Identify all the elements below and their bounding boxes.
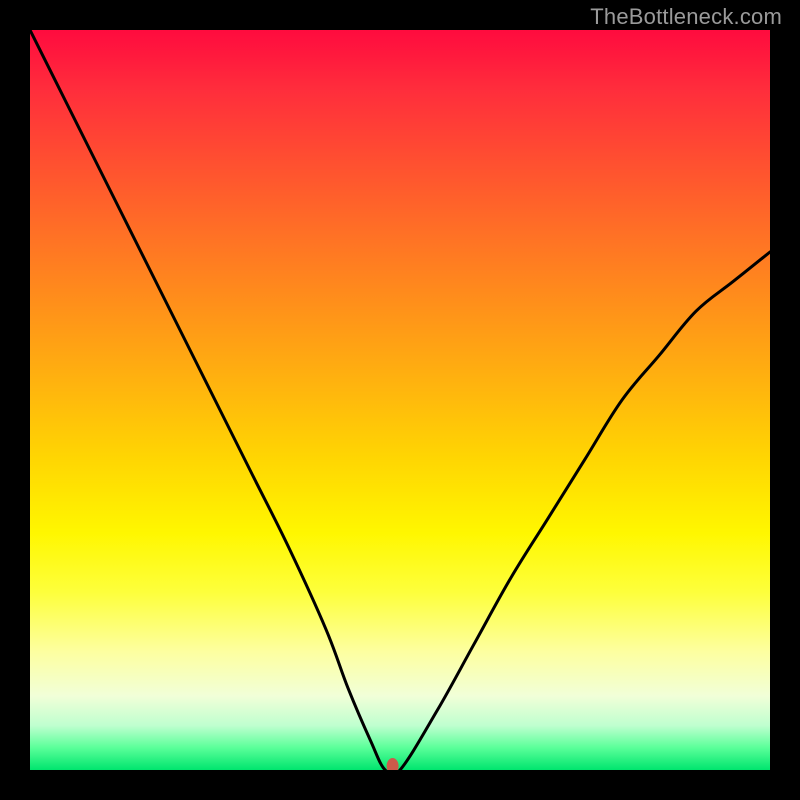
optimal-marker: [387, 758, 399, 770]
plot-area: [30, 30, 770, 770]
bottleneck-curve: [30, 30, 770, 770]
watermark-text: TheBottleneck.com: [590, 4, 782, 30]
curve-svg: [30, 30, 770, 770]
chart-frame: TheBottleneck.com: [0, 0, 800, 800]
